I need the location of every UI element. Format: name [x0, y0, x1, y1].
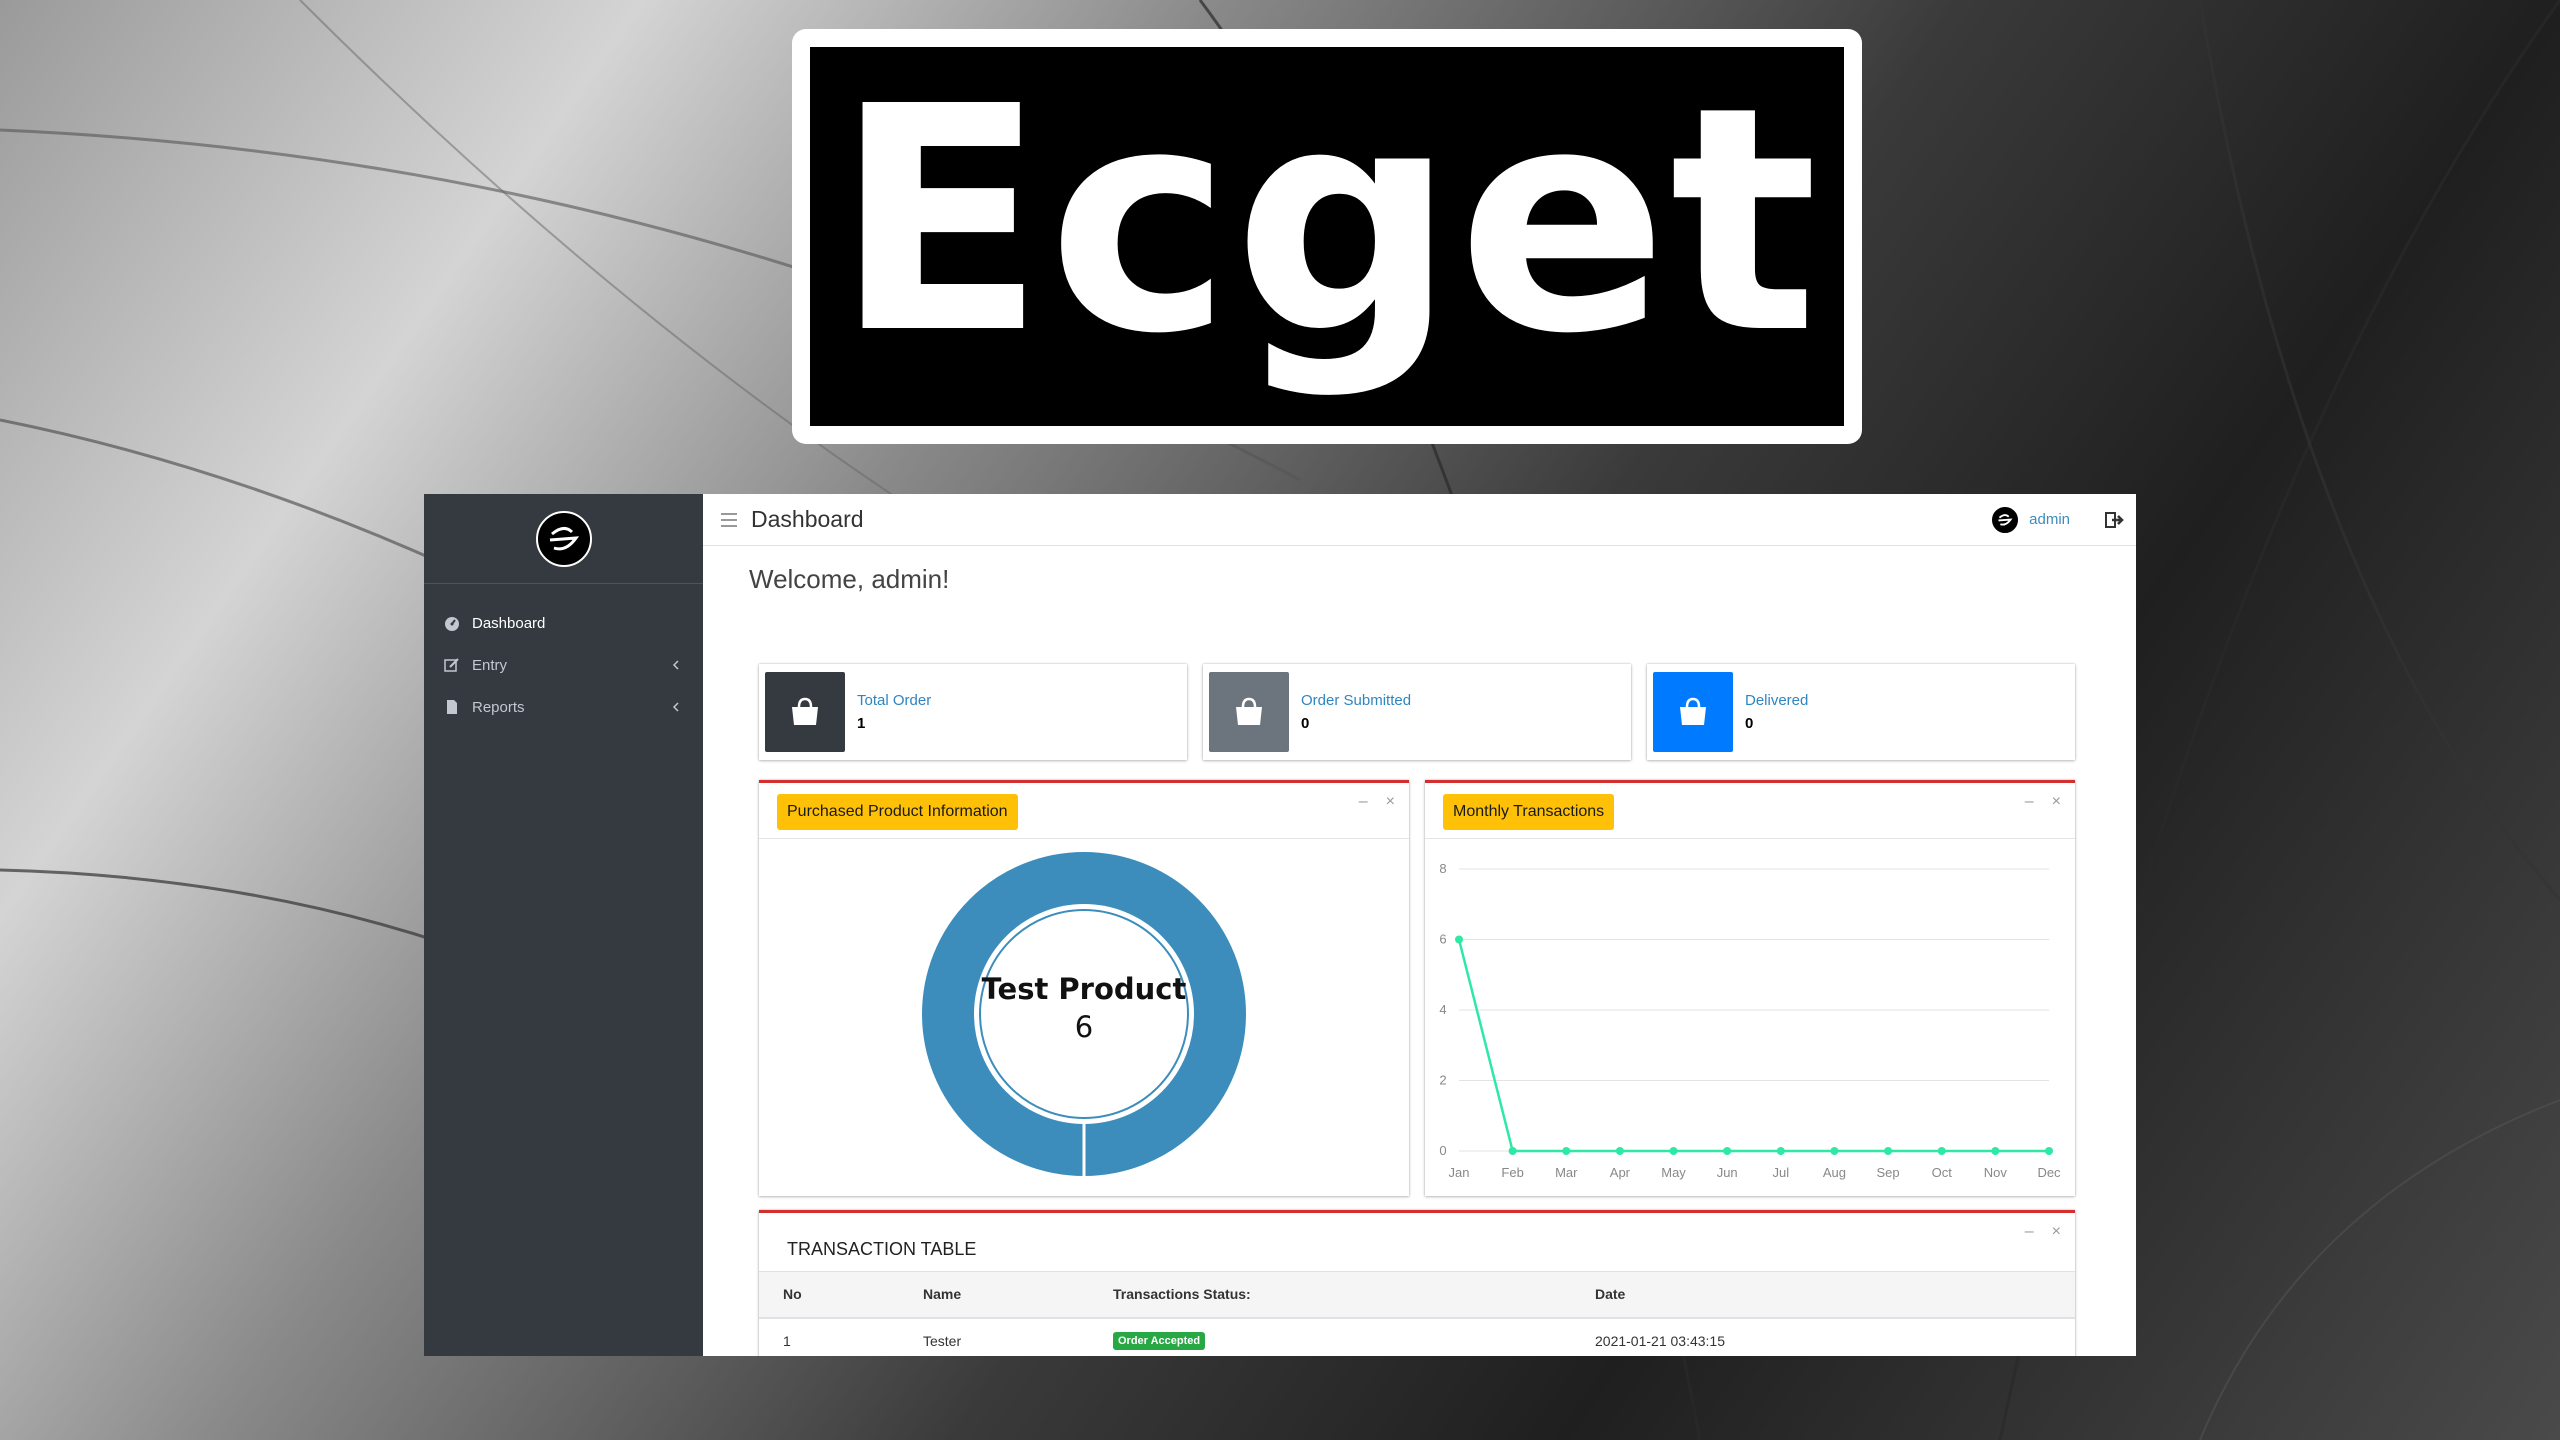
card-title: Monthly Transactions	[1443, 794, 1615, 830]
brand-logo[interactable]	[535, 510, 592, 567]
welcome-message: Welcome, admin!	[749, 564, 950, 594]
close-icon[interactable]: ×	[1386, 793, 1395, 811]
table-row[interactable]: 1 Tester Order Accepted 2021-01-21 03:43…	[759, 1317, 2075, 1356]
edit-icon	[444, 656, 462, 674]
data-point[interactable]	[1562, 1147, 1571, 1155]
stat-total-order: Total Order 1	[759, 664, 1187, 760]
data-point[interactable]	[1776, 1147, 1785, 1155]
data-point[interactable]	[1455, 935, 1463, 944]
purchased-product-card: Purchased Product Information – × Test P…	[759, 780, 1409, 1196]
content-area: Welcome, admin! Total Order 1 Order Subm…	[703, 546, 2136, 1356]
banner-title: Ecget	[834, 40, 1820, 402]
x-tick-label: Oct	[1932, 1165, 1953, 1180]
data-point[interactable]	[2045, 1147, 2053, 1155]
data-point[interactable]	[1884, 1147, 1893, 1155]
card-title: TRANSACTION TABLE	[787, 1239, 977, 1259]
monthly-transactions-card: Monthly Transactions – × 0 2 4 6 8 Jan Feb Mar A…	[1425, 780, 2075, 1196]
card-header: Purchased Product Information – ×	[759, 783, 1409, 839]
title-banner: Ecget	[792, 29, 1862, 444]
transaction-table: No Name Transactions Status: Date 1 Test…	[759, 1271, 2075, 1356]
sidebar-item-label: Reports	[472, 698, 525, 716]
data-point[interactable]	[1937, 1147, 1946, 1155]
x-tick-label: Jul	[1773, 1165, 1790, 1180]
x-tick-label: Mar	[1555, 1165, 1578, 1180]
data-point[interactable]	[1669, 1147, 1678, 1155]
close-icon[interactable]: ×	[2052, 793, 2061, 811]
stat-label: Total Order	[857, 692, 932, 709]
topbar: Dashboard admin	[703, 494, 2136, 546]
sidebar-nav: Dashboard Entry Reports	[424, 584, 703, 728]
main-area: Dashboard admin Welcome, admin! Total Or…	[703, 494, 2136, 1356]
shopping-bag-icon	[1209, 672, 1289, 752]
sidebar-item-label: Dashboard	[472, 614, 546, 632]
chevron-left-icon	[672, 660, 679, 670]
cell-no: 1	[759, 1317, 899, 1356]
cell-date: 2021-01-21 03:43:15	[1571, 1317, 2075, 1356]
transaction-table-card: TRANSACTION TABLE – × No Name Transactio…	[759, 1210, 2075, 1356]
y-tick-label: 4	[1439, 1002, 1446, 1017]
x-tick-label: Nov	[1984, 1165, 2008, 1180]
data-point[interactable]	[1991, 1147, 2000, 1155]
card-title: Purchased Product Information	[777, 794, 1018, 830]
x-tick-label: Jan	[1449, 1165, 1470, 1180]
cell-status: Order Accepted	[1089, 1317, 1571, 1356]
x-tick-label: Apr	[1610, 1165, 1631, 1180]
y-tick-label: 2	[1439, 1073, 1446, 1088]
sidebar-item-entry[interactable]: Entry	[424, 644, 703, 686]
line-chart: 0 2 4 6 8 Jan Feb Mar Apr May Jun Jul Aug Sep Oct Nov De…	[1439, 861, 2061, 1180]
app-window: Dashboard Entry Reports Dashboard admin …	[424, 494, 2136, 1356]
donut-center-value: 6	[1075, 1010, 1093, 1044]
column-header: No	[759, 1271, 899, 1319]
stat-value: 0	[1301, 715, 1310, 732]
x-tick-label: Aug	[1823, 1165, 1846, 1180]
shopping-bag-icon	[765, 672, 845, 752]
stat-value: 0	[1745, 715, 1754, 732]
donut-center-label: Test Product	[982, 972, 1187, 1006]
cell-name: Tester	[899, 1317, 1089, 1356]
menu-toggle-icon[interactable]	[721, 512, 737, 527]
y-tick-label: 0	[1439, 1143, 1446, 1158]
close-icon[interactable]: ×	[2052, 1223, 2061, 1241]
x-tick-label: Jun	[1717, 1165, 1738, 1180]
table-header-row: No Name Transactions Status: Date	[759, 1271, 2075, 1319]
sidebar: Dashboard Entry Reports	[424, 494, 703, 1356]
stat-order-submitted: Order Submitted 0	[1203, 664, 1631, 760]
x-tick-label: Feb	[1501, 1165, 1523, 1180]
y-tick-label: 8	[1439, 861, 1446, 876]
chevron-left-icon	[672, 702, 679, 712]
shopping-bag-icon	[1653, 672, 1733, 752]
column-header: Date	[1571, 1271, 2075, 1319]
sidebar-item-reports[interactable]: Reports	[424, 686, 703, 728]
sidebar-item-dashboard[interactable]: Dashboard	[424, 602, 703, 644]
x-tick-label: May	[1661, 1165, 1686, 1180]
collapse-icon[interactable]: –	[2025, 1223, 2034, 1241]
column-header: Transactions Status:	[1089, 1271, 1571, 1319]
stat-value: 1	[857, 715, 866, 732]
data-point[interactable]	[1508, 1147, 1517, 1155]
card-header: Monthly Transactions – ×	[1425, 783, 2075, 839]
series-line	[1457, 939, 2049, 1153]
data-point[interactable]	[1723, 1147, 1732, 1155]
x-tick-label: Dec	[2037, 1165, 2061, 1180]
collapse-icon[interactable]: –	[2025, 793, 2034, 811]
avatar[interactable]	[1991, 505, 2020, 534]
data-point[interactable]	[1830, 1147, 1839, 1155]
sidebar-item-label: Entry	[472, 656, 508, 674]
logout-icon[interactable]	[2104, 510, 2124, 530]
column-header: Name	[899, 1271, 1089, 1319]
stat-label: Order Submitted	[1301, 692, 1412, 709]
status-badge: Order Accepted	[1113, 1332, 1206, 1351]
user-name-link[interactable]: admin	[2029, 511, 2070, 528]
dashboard-icon	[444, 614, 462, 632]
donut-chart: Test Product 6	[922, 852, 1246, 1176]
file-icon	[444, 698, 462, 716]
data-point[interactable]	[1615, 1147, 1624, 1155]
sidebar-brand[interactable]	[424, 494, 703, 584]
stat-delivered: Delivered 0	[1647, 664, 2075, 760]
stat-label: Delivered	[1745, 692, 1809, 709]
y-tick-label: 6	[1439, 932, 1446, 947]
page-title: Dashboard	[751, 506, 864, 532]
collapse-icon[interactable]: –	[1359, 793, 1368, 811]
x-tick-label: Sep	[1877, 1165, 1900, 1180]
